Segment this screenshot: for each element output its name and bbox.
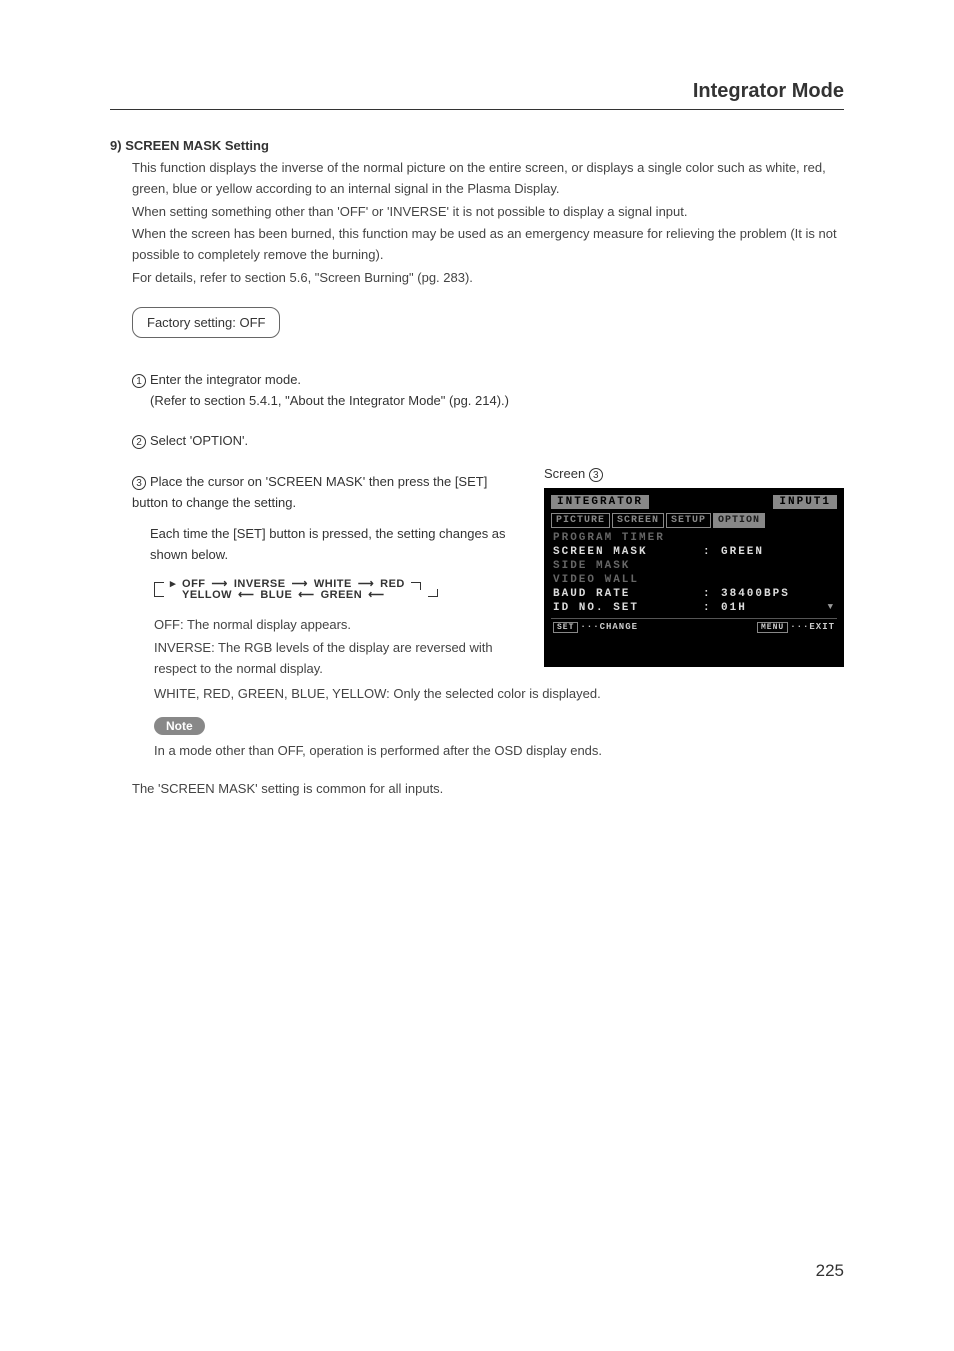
osd-row-value [721, 532, 835, 544]
step-number-icon: 2 [132, 435, 146, 449]
step-text: Select 'OPTION'. [150, 433, 248, 448]
osd-tab-picture: PICTURE [551, 513, 610, 528]
arrow-left-icon: ⟵ [298, 588, 314, 601]
osd-tab-setup: SETUP [666, 513, 711, 528]
cycle-hook-icon [411, 582, 421, 590]
osd-row-value [721, 574, 835, 586]
osd-screenshot: INTEGRATOR INPUT1 PICTURE SCREEN SETUP O… [544, 488, 844, 667]
osd-row-colon: : [703, 588, 721, 600]
step-text: Place the cursor on 'SCREEN MASK' then p… [132, 474, 487, 510]
page-header: Integrator Mode [110, 80, 844, 110]
cycle-hook-icon [154, 589, 164, 597]
note-badge: Note [154, 717, 205, 735]
step-text: Enter the integrator mode. [150, 372, 301, 387]
intro-line: When the screen has been burned, this fu… [132, 224, 844, 266]
step-subtext: (Refer to section 5.4.1, "About the Inte… [150, 391, 844, 412]
note-text-line: In a mode other than OFF, operation is p… [154, 741, 844, 762]
intro-line: For details, refer to section 5.6, "Scre… [132, 268, 844, 289]
osd-divider [551, 618, 837, 619]
osd-row-colon [703, 560, 721, 572]
osd-row: SIDE MASK [551, 559, 837, 573]
cycle-item: GREEN [321, 589, 363, 601]
osd-row: PROGRAM TIMER [551, 531, 837, 545]
intro-line: This function displays the inverse of th… [132, 158, 844, 200]
osd-row: BAUD RATE:38400BPS [551, 587, 837, 601]
osd-row-label: SCREEN MASK [553, 546, 703, 558]
explain-colors-text: WHITE, RED, GREEN, BLUE, YELLOW: Only th… [154, 684, 844, 705]
osd-key-set: SET [553, 622, 578, 633]
step-2: 2 Select 'OPTION'. [132, 431, 844, 452]
osd-row-value: 01H [721, 602, 828, 614]
explain-inverse: INVERSE: The RGB levels of the display a… [154, 638, 514, 680]
osd-footer-right: ···EXIT [790, 622, 835, 632]
osd-row-colon: : [703, 546, 721, 558]
cycle-item: BLUE [260, 589, 292, 601]
osd-footer: SET···CHANGE MENU···EXIT [551, 622, 837, 632]
osd-key-menu: MENU [757, 622, 788, 633]
osd-tabs: PICTURE SCREEN SETUP OPTION [551, 513, 837, 528]
osd-tab-option: OPTION [713, 513, 765, 528]
factory-setting-box: Factory setting: OFF [132, 307, 280, 338]
osd-row-colon: : [703, 602, 721, 614]
step-3: 3Place the cursor on 'SCREEN MASK' then … [132, 472, 514, 565]
osd-title-right: INPUT1 [773, 495, 837, 509]
step-subtext: Each time the [SET] button is pressed, t… [150, 524, 514, 566]
section-number: 9) [110, 138, 122, 153]
arrow-left-icon: ⟵ [238, 588, 254, 601]
osd-row-label: BAUD RATE [553, 588, 703, 600]
cycle-item: YELLOW [182, 589, 232, 601]
osd-row: VIDEO WALL [551, 573, 837, 587]
intro-line: When setting something other than 'OFF' … [132, 202, 844, 223]
step-number-icon: 3 [132, 476, 146, 490]
step-number-icon: 3 [589, 468, 603, 482]
osd-row-colon [703, 532, 721, 544]
step-1: 1 Enter the integrator mode. (Refer to se… [132, 370, 844, 412]
section-title-text: SCREEN MASK Setting [125, 138, 269, 153]
explain-colors: WHITE, RED, GREEN, BLUE, YELLOW: Only th… [154, 684, 844, 705]
footnote: The 'SCREEN MASK' setting is common for … [132, 779, 844, 800]
osd-row-value: 38400BPS [721, 588, 835, 600]
note-text: In a mode other than OFF, operation is p… [154, 741, 844, 762]
intro-block: This function displays the inverse of th… [132, 158, 844, 289]
arrow-left-icon: ⟵ [368, 588, 384, 601]
step-number-icon: 1 [132, 374, 146, 388]
osd-row-label: VIDEO WALL [553, 574, 703, 586]
page-number: 225 [816, 1261, 844, 1281]
osd-row-label: PROGRAM TIMER [553, 532, 703, 544]
osd-row-label: SIDE MASK [553, 560, 703, 572]
explain-off: OFF: The normal display appears. [154, 615, 514, 636]
arrow-right-icon: ▸ [170, 577, 176, 590]
cycle-hook-icon [428, 589, 438, 597]
osd-row-value [721, 560, 835, 572]
arrow-down-icon: ▼ [828, 602, 835, 614]
osd-row-colon [703, 574, 721, 586]
section-heading: 9) SCREEN MASK Setting [110, 138, 844, 153]
screen-caption: Screen 3 [544, 466, 844, 482]
osd-title-left: INTEGRATOR [551, 495, 649, 509]
osd-row: SCREEN MASK:GREEN [551, 545, 837, 559]
osd-row-label: ID NO. SET [553, 602, 703, 614]
cycle-diagram: ▸ OFF ⟶ INVERSE ⟶ WHITE ⟶ RED YELLOW ⟵ B… [154, 577, 514, 601]
footnote-text: The 'SCREEN MASK' setting is common for … [132, 779, 844, 800]
osd-tab-screen: SCREEN [612, 513, 664, 528]
osd-footer-left: ···CHANGE [580, 622, 638, 632]
explanation-block: OFF: The normal display appears. INVERSE… [154, 615, 514, 679]
osd-row: ID NO. SET:01H▼ [551, 601, 837, 615]
osd-row-value: GREEN [721, 546, 835, 558]
screen-label-text: Screen [544, 466, 589, 481]
